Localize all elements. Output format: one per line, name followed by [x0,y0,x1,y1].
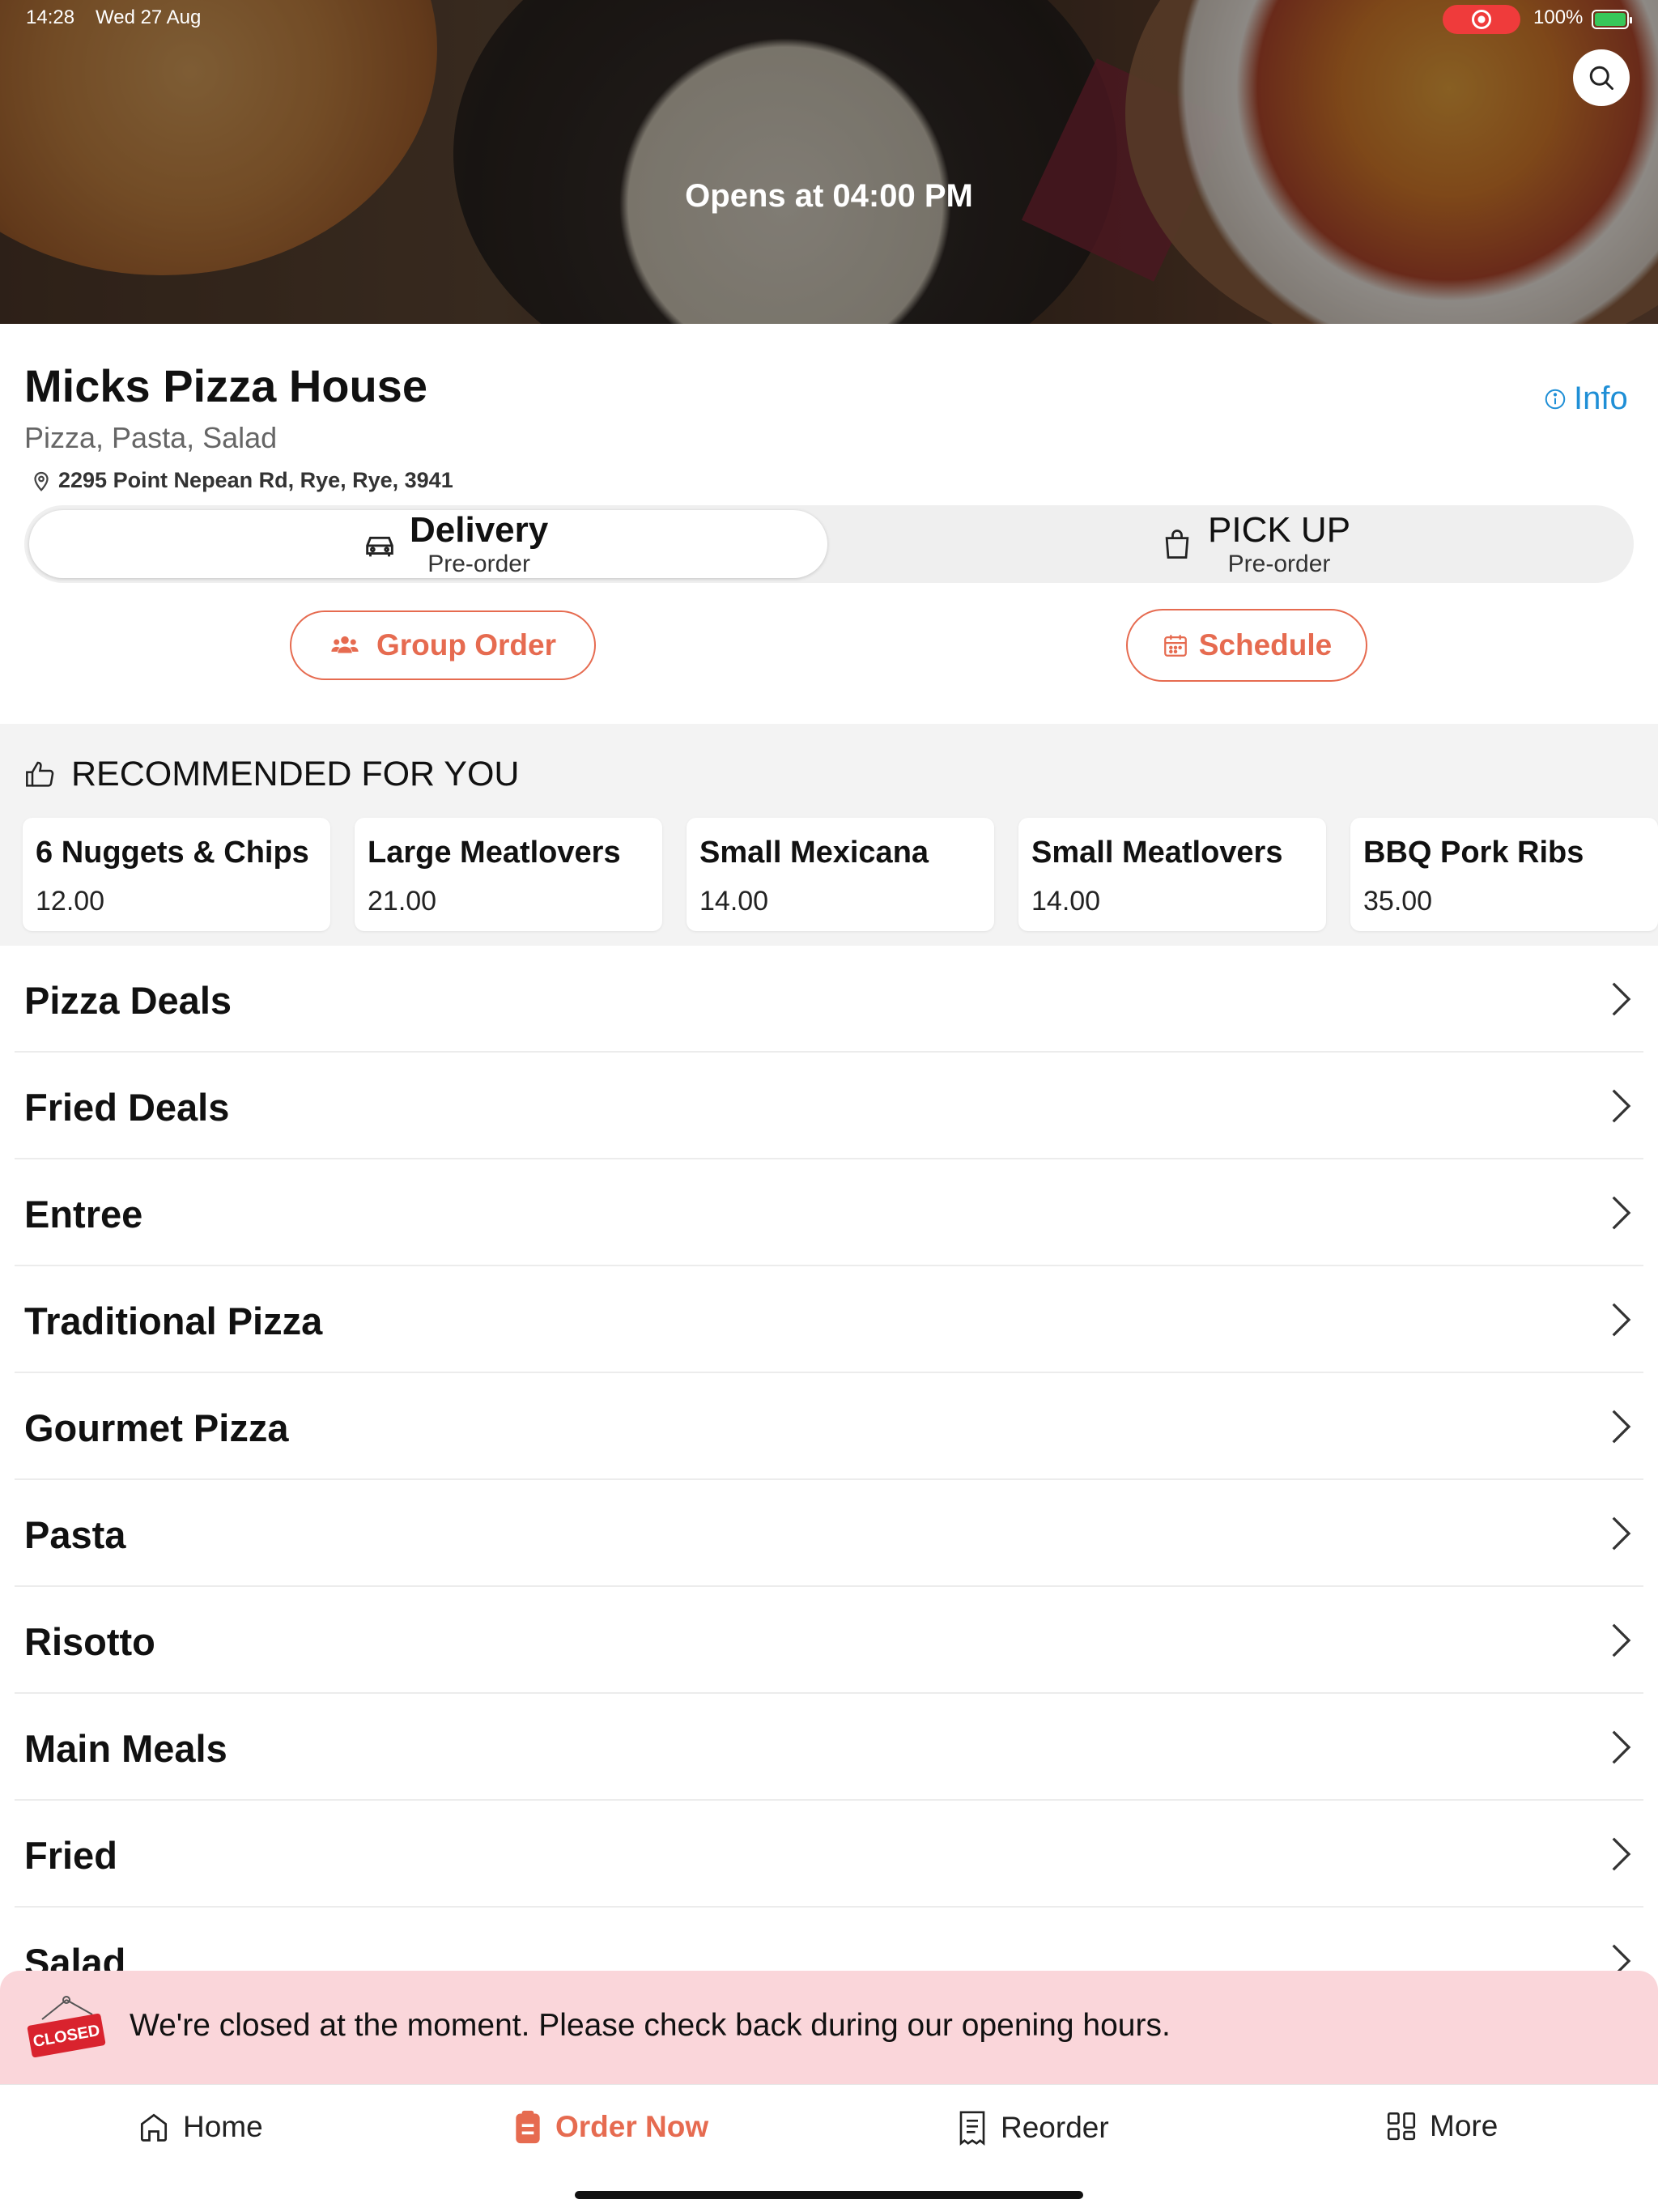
chevron-right-icon [1612,1730,1631,1764]
tab-reorder[interactable]: Reorder [955,2109,1109,2146]
category-row[interactable]: Main Meals [0,1694,1658,1801]
closed-sign-icon: CLOSED [27,1996,106,2058]
search-icon [1589,66,1613,90]
receipt-icon [959,2111,985,2146]
category-row[interactable]: Traditional Pizza [0,1266,1658,1373]
category-label: Pizza Deals [24,979,232,1022]
recommended-item-name: BBQ Pork Ribs [1363,836,1584,870]
status-time: 14:28 [26,6,75,28]
group-order-label: Group Order [376,628,557,661]
order-clipboard-icon [516,2110,540,2144]
restaurant-name: Micks Pizza House [24,360,427,411]
home-indicator [575,2191,1083,2199]
chevron-right-icon [1612,1516,1631,1551]
search-button[interactable] [1573,49,1630,106]
tab-order-now-label: Order Now [555,2110,709,2143]
home-icon [140,2113,168,2142]
chevron-right-icon [1612,1196,1631,1230]
pickup-title: PICK UP [1208,510,1351,550]
shopping-bag-icon [1165,530,1189,559]
category-row[interactable]: Pizza Deals [0,946,1658,1053]
recommended-item-name: Small Meatlovers [1031,836,1283,870]
chevron-right-icon [1612,1089,1631,1123]
recommended-item-price: 21.00 [368,886,437,917]
category-row[interactable]: Risotto [0,1587,1658,1694]
recommended-item-price: 35.00 [1363,886,1433,917]
delivery-title: Delivery [410,510,549,550]
battery-percent: 100% [1533,6,1584,28]
hero-overlay [0,0,1658,324]
recommended-card[interactable]: BBQ Pork Ribs 35.00 [1350,818,1658,931]
category-row[interactable]: Gourmet Pizza [0,1373,1658,1480]
schedule-label: Schedule [1198,628,1333,661]
tab-order-now[interactable]: Order Now [512,2109,708,2145]
schedule-button[interactable]: Schedule [1126,609,1367,682]
info-label: Info [1574,381,1628,416]
opens-at-text: Opens at 04:00 PM [685,178,973,214]
order-mode-toggle: Delivery Pre-order PICK UP Pre-order [24,505,1634,583]
tab-more[interactable]: More [1384,2109,1498,2143]
category-row[interactable]: Entree [0,1159,1658,1266]
tab-home[interactable]: Home [136,2109,263,2145]
delivery-subtitle: Pre-order [427,551,530,577]
recommended-item-name: 6 Nuggets & Chips [36,836,309,870]
recommended-card[interactable]: 6 Nuggets & Chips 12.00 [23,818,330,931]
category-label: Pasta [24,1513,126,1556]
recommended-item-price: 14.00 [1031,886,1101,917]
chevron-right-icon [1612,1410,1631,1444]
recommended-item-name: Large Meatlovers [368,836,621,870]
category-label: Risotto [24,1620,155,1663]
battery-icon [1592,10,1632,29]
category-label: Gourmet Pizza [24,1406,289,1449]
location-pin-icon [34,471,49,491]
tab-more-label: More [1430,2109,1499,2142]
recommended-title: RECOMMENDED FOR YOU [71,755,520,793]
recommended-card[interactable]: Small Meatlovers 14.00 [1018,818,1326,931]
recommended-item-price: 12.00 [36,886,105,917]
group-order-button[interactable]: Group Order [290,610,596,680]
category-label: Entree [24,1193,143,1236]
grid-icon [1387,2112,1416,2141]
closed-message: We're closed at the moment. Please check… [130,2008,1171,2043]
mode-pickup[interactable]: PICK UP Pre-order [1159,505,1350,583]
category-label: Main Meals [24,1727,227,1770]
recommended-section: RECOMMENDED FOR YOU 6 Nuggets & Chips 12… [0,724,1658,946]
calendar-icon [1163,635,1187,657]
category-row[interactable]: Fried [0,1801,1658,1908]
recommended-card[interactable]: Large Meatlovers 21.00 [355,818,662,931]
hero-banner: 14:28 Wed 27 Aug 100% Opens at 04:00 PM [0,0,1658,324]
info-icon [1545,389,1566,409]
closed-banner: CLOSED We're closed at the moment. Pleas… [0,1971,1658,2084]
info-link[interactable]: Info [1543,381,1628,417]
restaurant-cuisine: Pizza, Pasta, Salad [24,421,278,454]
tab-home-label: Home [183,2110,263,2143]
chevron-right-icon [1612,1837,1631,1871]
chevron-right-icon [1612,1303,1631,1337]
pickup-subtitle: Pre-order [1227,551,1331,577]
category-label: Traditional Pizza [24,1300,323,1342]
chevron-right-icon [1612,1623,1631,1657]
screen-record-icon [1443,5,1520,34]
address-text: 2295 Point Nepean Rd, Rye, Rye, 3941 [58,468,453,492]
category-row[interactable]: Pasta [0,1480,1658,1587]
tab-reorder-label: Reorder [1001,2111,1109,2144]
category-label: Fried [24,1834,117,1877]
recommended-card[interactable]: Small Mexicana 14.00 [687,818,994,931]
category-row[interactable]: Fried Deals [0,1053,1658,1159]
group-icon [331,636,359,653]
car-icon [366,536,393,557]
recommended-item-price: 14.00 [699,886,769,917]
category-label: Fried Deals [24,1086,230,1129]
thumbs-up-icon [26,761,54,787]
mode-delivery[interactable]: Delivery Pre-order [361,505,548,583]
restaurant-address: 2295 Point Nepean Rd, Rye, Rye, 3941 [29,468,453,493]
recommended-header: RECOMMENDED FOR YOU [24,755,519,794]
recommended-item-name: Small Mexicana [699,836,929,870]
chevron-right-icon [1612,982,1631,1016]
status-date: Wed 27 Aug [96,6,202,28]
